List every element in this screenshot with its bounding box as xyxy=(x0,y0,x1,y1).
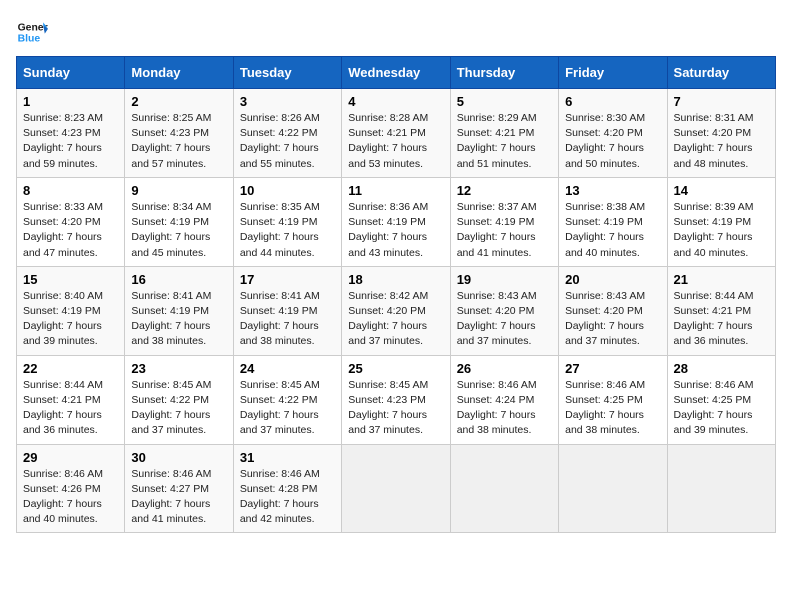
table-row: 14Sunrise: 8:39 AM Sunset: 4:19 PM Dayli… xyxy=(667,177,775,266)
calendar-week-5: 29Sunrise: 8:46 AM Sunset: 4:26 PM Dayli… xyxy=(17,444,776,533)
calendar-table: SundayMondayTuesdayWednesdayThursdayFrid… xyxy=(16,56,776,533)
table-row: 10Sunrise: 8:35 AM Sunset: 4:19 PM Dayli… xyxy=(233,177,341,266)
table-row xyxy=(667,444,775,533)
table-row: 25Sunrise: 8:45 AM Sunset: 4:23 PM Dayli… xyxy=(342,355,450,444)
header-friday: Friday xyxy=(559,57,667,89)
table-row: 31Sunrise: 8:46 AM Sunset: 4:28 PM Dayli… xyxy=(233,444,341,533)
table-row: 21Sunrise: 8:44 AM Sunset: 4:21 PM Dayli… xyxy=(667,266,775,355)
logo: General Blue xyxy=(16,16,52,48)
header-monday: Monday xyxy=(125,57,233,89)
table-row xyxy=(559,444,667,533)
table-row: 4Sunrise: 8:28 AM Sunset: 4:21 PM Daylig… xyxy=(342,89,450,178)
calendar-week-2: 8Sunrise: 8:33 AM Sunset: 4:20 PM Daylig… xyxy=(17,177,776,266)
page-header: General Blue xyxy=(16,16,776,48)
table-row: 1Sunrise: 8:23 AM Sunset: 4:23 PM Daylig… xyxy=(17,89,125,178)
table-row: 5Sunrise: 8:29 AM Sunset: 4:21 PM Daylig… xyxy=(450,89,558,178)
table-row: 3Sunrise: 8:26 AM Sunset: 4:22 PM Daylig… xyxy=(233,89,341,178)
table-row: 30Sunrise: 8:46 AM Sunset: 4:27 PM Dayli… xyxy=(125,444,233,533)
table-row: 29Sunrise: 8:46 AM Sunset: 4:26 PM Dayli… xyxy=(17,444,125,533)
table-row: 26Sunrise: 8:46 AM Sunset: 4:24 PM Dayli… xyxy=(450,355,558,444)
table-row: 8Sunrise: 8:33 AM Sunset: 4:20 PM Daylig… xyxy=(17,177,125,266)
calendar-week-1: 1Sunrise: 8:23 AM Sunset: 4:23 PM Daylig… xyxy=(17,89,776,178)
calendar-header-row: SundayMondayTuesdayWednesdayThursdayFrid… xyxy=(17,57,776,89)
table-row: 18Sunrise: 8:42 AM Sunset: 4:20 PM Dayli… xyxy=(342,266,450,355)
table-row: 20Sunrise: 8:43 AM Sunset: 4:20 PM Dayli… xyxy=(559,266,667,355)
table-row: 27Sunrise: 8:46 AM Sunset: 4:25 PM Dayli… xyxy=(559,355,667,444)
table-row: 2Sunrise: 8:25 AM Sunset: 4:23 PM Daylig… xyxy=(125,89,233,178)
header-thursday: Thursday xyxy=(450,57,558,89)
calendar-week-3: 15Sunrise: 8:40 AM Sunset: 4:19 PM Dayli… xyxy=(17,266,776,355)
table-row: 12Sunrise: 8:37 AM Sunset: 4:19 PM Dayli… xyxy=(450,177,558,266)
table-row xyxy=(450,444,558,533)
header-tuesday: Tuesday xyxy=(233,57,341,89)
header-saturday: Saturday xyxy=(667,57,775,89)
table-row: 19Sunrise: 8:43 AM Sunset: 4:20 PM Dayli… xyxy=(450,266,558,355)
table-row: 28Sunrise: 8:46 AM Sunset: 4:25 PM Dayli… xyxy=(667,355,775,444)
table-row xyxy=(342,444,450,533)
table-row: 13Sunrise: 8:38 AM Sunset: 4:19 PM Dayli… xyxy=(559,177,667,266)
table-row: 11Sunrise: 8:36 AM Sunset: 4:19 PM Dayli… xyxy=(342,177,450,266)
table-row: 17Sunrise: 8:41 AM Sunset: 4:19 PM Dayli… xyxy=(233,266,341,355)
calendar-week-4: 22Sunrise: 8:44 AM Sunset: 4:21 PM Dayli… xyxy=(17,355,776,444)
table-row: 22Sunrise: 8:44 AM Sunset: 4:21 PM Dayli… xyxy=(17,355,125,444)
table-row: 15Sunrise: 8:40 AM Sunset: 4:19 PM Dayli… xyxy=(17,266,125,355)
table-row: 23Sunrise: 8:45 AM Sunset: 4:22 PM Dayli… xyxy=(125,355,233,444)
header-sunday: Sunday xyxy=(17,57,125,89)
table-row: 6Sunrise: 8:30 AM Sunset: 4:20 PM Daylig… xyxy=(559,89,667,178)
table-row: 9Sunrise: 8:34 AM Sunset: 4:19 PM Daylig… xyxy=(125,177,233,266)
logo-icon: General Blue xyxy=(16,16,48,48)
table-row: 16Sunrise: 8:41 AM Sunset: 4:19 PM Dayli… xyxy=(125,266,233,355)
table-row: 24Sunrise: 8:45 AM Sunset: 4:22 PM Dayli… xyxy=(233,355,341,444)
svg-text:Blue: Blue xyxy=(18,34,41,45)
header-wednesday: Wednesday xyxy=(342,57,450,89)
table-row: 7Sunrise: 8:31 AM Sunset: 4:20 PM Daylig… xyxy=(667,89,775,178)
